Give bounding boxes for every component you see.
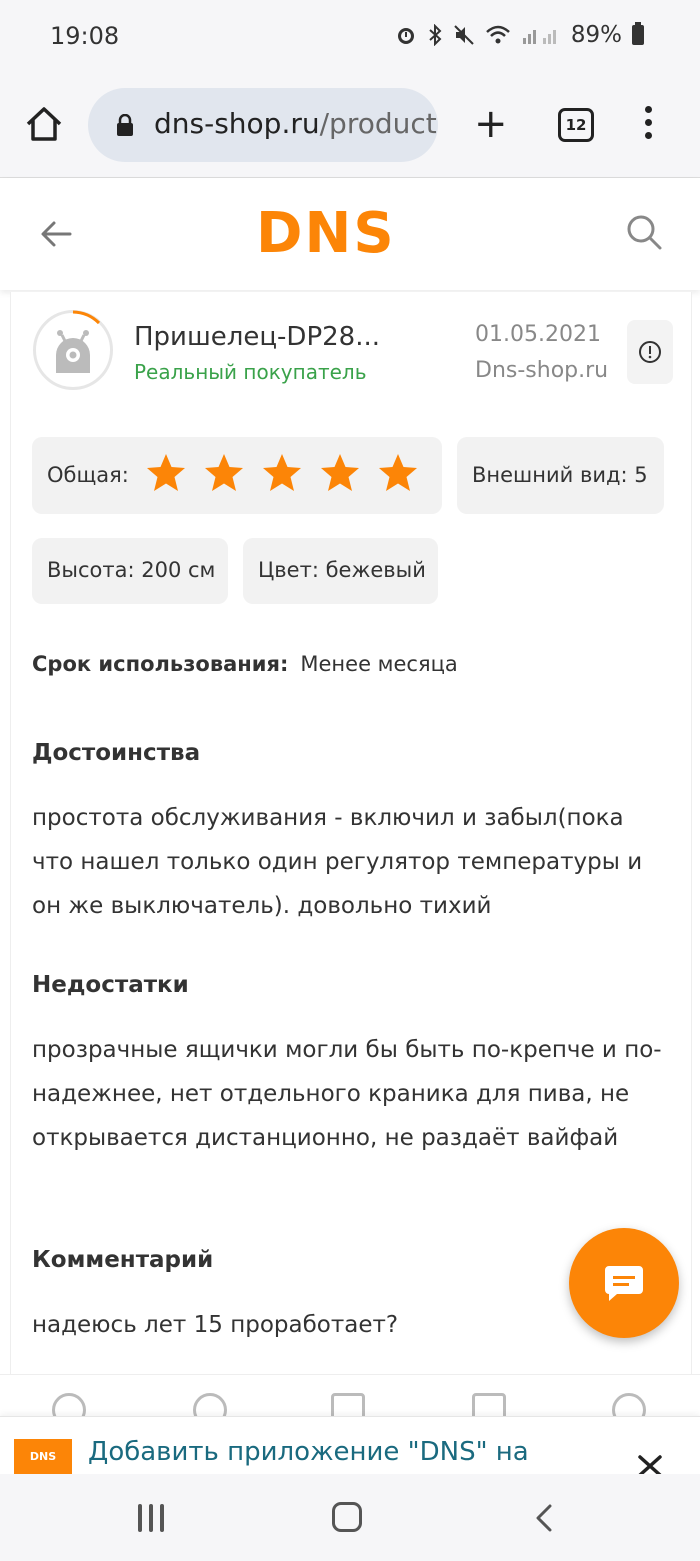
signal-icon: [522, 30, 556, 44]
pros-title: Достоинства: [32, 740, 201, 766]
review-source: Dns-shop.ru: [475, 358, 609, 383]
system-nav-bar: [0, 1474, 700, 1561]
lock-icon: [117, 114, 133, 136]
report-button[interactable]: [627, 320, 673, 384]
overflow-menu-icon[interactable]: [640, 104, 656, 144]
review-card: Пришелец-DP28... Реальный покупатель 01.…: [10, 292, 692, 1374]
tab-switcher-button[interactable]: 12: [558, 108, 594, 142]
usage-period: Срок использования: Менее месяца: [32, 652, 458, 676]
status-icons: 89%: [395, 22, 644, 48]
avatar: [33, 310, 113, 390]
height-value: Высота: 200 см: [47, 558, 216, 582]
url-path: /product/: [319, 107, 438, 140]
system-home-icon[interactable]: [332, 1502, 362, 1532]
site-header: DNS: [0, 178, 700, 290]
appearance-rating: Внешний вид: 5: [472, 463, 648, 487]
search-icon[interactable]: [624, 212, 664, 252]
wifi-icon: [486, 25, 510, 44]
back-arrow-icon[interactable]: [38, 216, 74, 252]
color-value: Цвет: бежевый: [258, 558, 426, 582]
usage-value: Менее месяца: [300, 652, 458, 676]
url-text: dns-shop.ru/product/: [154, 107, 438, 140]
comment-title: Комментарий: [32, 1247, 214, 1273]
nav-catalog-icon[interactable]: [331, 1393, 365, 1416]
mute-icon: [454, 25, 474, 45]
verified-buyer-badge: Реальный покупатель: [134, 360, 367, 384]
status-bar: 19:08 89%: [0, 0, 700, 74]
pros-text: простота обслуживания - включил и забыл(…: [32, 805, 643, 919]
alien-avatar-icon: [56, 330, 90, 373]
dns-logo[interactable]: DNS: [256, 204, 396, 264]
chat-icon: [605, 1266, 643, 1301]
banner-text[interactable]: Добавить приложение "DNS" на: [88, 1437, 529, 1467]
star-icon: [321, 454, 359, 491]
site-bottom-nav: [0, 1374, 700, 1416]
star-icon: [379, 454, 417, 491]
overall-rating-chip: Общая:: [32, 437, 442, 514]
status-time: 19:08: [50, 22, 120, 50]
cons-text: прозрачные ящички могли бы быть по-крепч…: [32, 1037, 662, 1151]
rating-stars: [144, 451, 420, 495]
star-icon: [205, 454, 243, 491]
battery-percent: 89%: [570, 22, 622, 48]
review-date: 01.05.2021: [475, 322, 601, 347]
alert-icon: [639, 341, 661, 363]
battery-icon: [632, 22, 644, 45]
install-app-banner[interactable]: DNS Добавить приложение "DNS" на: [0, 1416, 700, 1477]
system-back-icon[interactable]: [530, 1502, 560, 1534]
usage-label: Срок использования:: [32, 652, 289, 676]
home-icon[interactable]: [24, 104, 64, 144]
star-icon: [263, 454, 301, 491]
nav-cart-icon[interactable]: [472, 1393, 506, 1416]
new-tab-button[interactable]: +: [474, 104, 508, 144]
nav-home-icon[interactable]: [52, 1393, 86, 1416]
chat-button[interactable]: [569, 1228, 679, 1338]
height-chip: Высота: 200 см: [32, 538, 228, 604]
alarm-icon: [397, 28, 414, 44]
color-chip: Цвет: бежевый: [243, 538, 438, 604]
cons-title: Недостатки: [32, 972, 189, 998]
browser-toolbar: dns-shop.ru/product/ + 12: [0, 74, 700, 178]
review-author[interactable]: Пришелец-DP28...: [134, 322, 380, 352]
star-icon: [147, 454, 185, 491]
overall-rating-label: Общая:: [47, 463, 129, 487]
appearance-rating-chip: Внешний вид: 5: [457, 437, 664, 514]
nav-profile-icon[interactable]: [612, 1393, 646, 1416]
url-domain: dns-shop.ru: [154, 107, 320, 140]
bluetooth-icon: [429, 24, 442, 46]
recent-apps-icon[interactable]: [138, 1504, 166, 1532]
nav-location-icon[interactable]: [193, 1393, 227, 1416]
address-bar[interactable]: dns-shop.ru/product/: [88, 88, 438, 162]
banner-app-logo: DNS: [14, 1439, 72, 1475]
